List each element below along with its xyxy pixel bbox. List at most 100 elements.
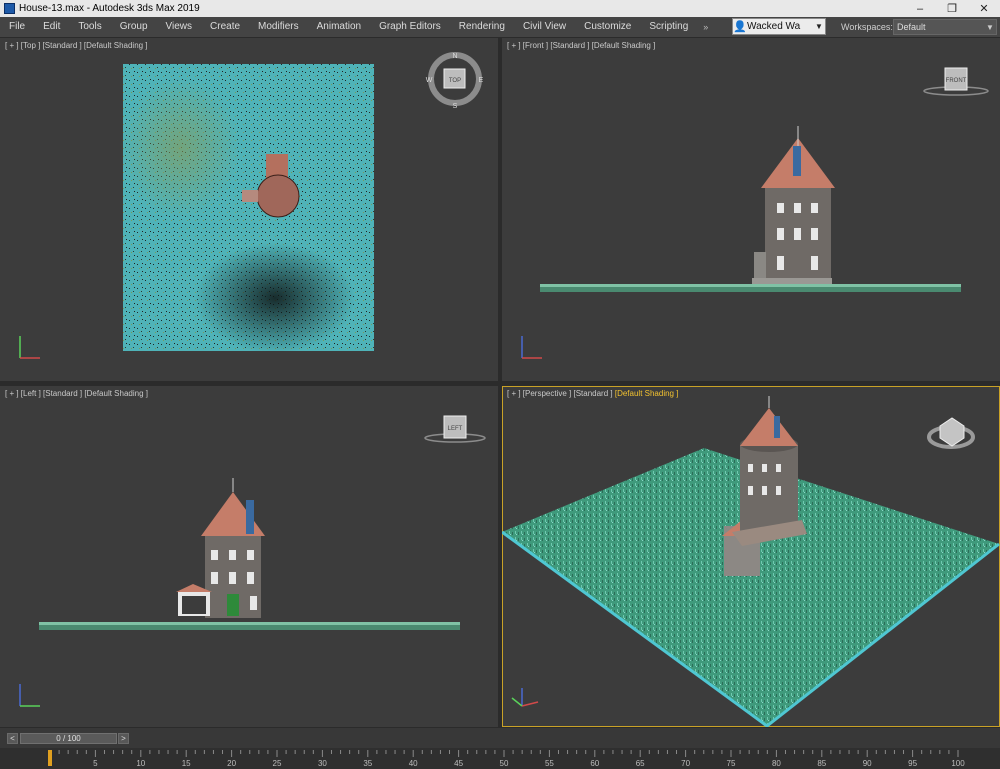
window-title: House-13.max - Autodesk 3ds Max 2019	[19, 3, 200, 14]
menu-scripting[interactable]: Scripting	[640, 17, 697, 37]
app-icon[interactable]	[4, 3, 15, 14]
restore-button[interactable]: ❐	[936, 0, 968, 17]
ruler-tick-label: 75	[727, 759, 736, 768]
viewport-perspective[interactable]: [ + ] [Perspective ] [Standard ] [Defaul…	[502, 386, 1000, 727]
viewport-top[interactable]: TOP N S E W [ + ] [Top ] [Standard ] [De…	[0, 38, 498, 381]
ruler-tick-label: 95	[908, 759, 917, 768]
menu-tools[interactable]: Tools	[69, 17, 110, 37]
menu-overflow-icon[interactable]: »	[703, 22, 708, 32]
minimize-button[interactable]: –	[904, 0, 936, 17]
grass-dry-patch	[120, 78, 240, 218]
window-left-6	[247, 572, 254, 584]
tower-roof-top[interactable]	[256, 174, 300, 218]
ruler-tick-label: 65	[636, 759, 645, 768]
steps-front[interactable]	[752, 278, 832, 284]
viewport-top-canvas: TOP N S E W	[19, 52, 484, 359]
menu-rendering[interactable]: Rendering	[450, 17, 514, 37]
chevron-down-icon: ▼	[986, 22, 994, 32]
chimney-front[interactable]	[793, 146, 801, 176]
viewport-label-perspective-shading[interactable]: [Default Shading ]	[615, 389, 679, 398]
chevron-down-icon: ▼	[815, 22, 823, 31]
current-frame-marker[interactable]	[48, 750, 52, 766]
porch-opening-left	[182, 596, 206, 614]
ruler-tick-label: 35	[363, 759, 372, 768]
ruler-tick-label: 40	[409, 759, 418, 768]
ruler-tick-label: 85	[817, 759, 826, 768]
viewport-perspective-canvas	[502, 396, 1000, 727]
workspaces-label: Workspaces:	[841, 22, 893, 32]
ruler-tick-label: 80	[772, 759, 781, 768]
user-account-dropdown[interactable]: 👤 Wacked Wa ▼	[732, 18, 826, 35]
viewport-front-canvas: FRONT	[521, 67, 989, 359]
grass-tips-front	[540, 284, 961, 287]
menu-modifiers[interactable]: Modifiers	[249, 17, 308, 37]
ruler-tick-label: 10	[136, 759, 145, 768]
window-left-5	[229, 572, 236, 584]
window-front-3	[811, 203, 818, 213]
window-persp-3	[776, 464, 781, 472]
ruler-tick-label: 55	[545, 759, 554, 768]
axis-tripod-icon	[521, 336, 542, 359]
menu-views[interactable]: Views	[157, 17, 202, 37]
viewport-label-top[interactable]: [ + ] [Top ] [Standard ] [Default Shadin…	[5, 41, 148, 50]
house-steps-top[interactable]	[242, 190, 258, 202]
menu-graph-editors[interactable]: Graph Editors	[370, 17, 450, 37]
door-left[interactable]	[227, 594, 239, 616]
compass-north: N	[452, 53, 457, 60]
tower-roof-perspective[interactable]	[740, 408, 798, 446]
close-button[interactable]: ✕	[968, 0, 1000, 17]
chimney-perspective[interactable]	[774, 416, 780, 438]
window-front-4	[777, 228, 784, 240]
viewport-label-left[interactable]: [ + ] [Left ] [Standard ] [Default Shadi…	[5, 389, 148, 398]
compass-west: W	[426, 77, 433, 84]
user-icon: 👤	[733, 21, 747, 33]
window-left-7	[250, 596, 257, 610]
ruler-tick-label: 20	[227, 759, 236, 768]
time-slider-bar: < 0 / 100 >	[0, 728, 1000, 748]
menu-animation[interactable]: Animation	[308, 17, 370, 37]
ruler-tick-label: 70	[681, 759, 690, 768]
porch-front[interactable]	[754, 252, 766, 280]
next-frame-button[interactable]: >	[118, 733, 129, 744]
tower-roof-left[interactable]	[201, 492, 265, 536]
viewport-left-canvas: LEFT	[19, 415, 486, 707]
menu-group[interactable]: Group	[111, 17, 157, 37]
window-front-2	[794, 203, 801, 213]
window-persp-4	[748, 486, 753, 495]
menu-create[interactable]: Create	[201, 17, 249, 37]
viewport-front[interactable]: FRONT [ + ] [Front ] [Standard ] [Defaul…	[502, 38, 1000, 381]
compass-east: E	[479, 77, 484, 84]
axis-tripod-icon	[511, 688, 539, 707]
window-front-5	[794, 228, 801, 240]
viewport-label-perspective[interactable]: [ + ] [Perspective ] [Standard ] [Defaul…	[507, 389, 678, 398]
menu-customize[interactable]: Customize	[575, 17, 640, 37]
window-left-2	[229, 550, 236, 560]
viewport-label-front[interactable]: [ + ] [Front ] [Standard ] [Default Shad…	[507, 41, 655, 50]
window-front-8	[811, 256, 818, 270]
viewport-left[interactable]: LEFT [ + ] [Left ] [Standard ] [Default …	[0, 386, 498, 727]
prev-frame-button[interactable]: <	[7, 733, 18, 744]
title-bar: House-13.max - Autodesk 3ds Max 2019 – ❐…	[0, 0, 1000, 17]
workspace-value: Default	[897, 22, 926, 32]
window-persp-2	[762, 464, 767, 472]
ruler-tick-label: 5	[93, 759, 98, 768]
workspace-select[interactable]: Default ▼	[893, 19, 997, 35]
window-front-6	[811, 228, 818, 240]
menu-civil-view[interactable]: Civil View	[514, 17, 575, 37]
window-persp-5	[762, 486, 767, 495]
viewcube-perspective[interactable]	[927, 417, 975, 449]
ruler-tick-label: 90	[863, 759, 872, 768]
ruler-tick-label: 60	[590, 759, 599, 768]
viewport-label-perspective-prefix: [ + ] [Perspective ] [Standard ]	[507, 389, 615, 398]
window-persp-1	[748, 464, 753, 472]
menu-edit[interactable]: Edit	[34, 17, 69, 37]
ruler-tick-label: 25	[273, 759, 282, 768]
viewcube-face-label: TOP	[449, 78, 461, 84]
menu-file[interactable]: File	[0, 17, 34, 37]
timeline-ruler[interactable]: 5 10 15 20 25 30 35 40 45 50 55 60 65 70 75 80 85 90 95 100	[0, 748, 1000, 769]
compass-south: S	[453, 103, 458, 110]
chimney-left[interactable]	[246, 500, 254, 534]
time-slider[interactable]: 0 / 100	[20, 733, 117, 744]
window-front-1	[777, 203, 784, 213]
user-name: Wacked Wa	[747, 21, 801, 32]
